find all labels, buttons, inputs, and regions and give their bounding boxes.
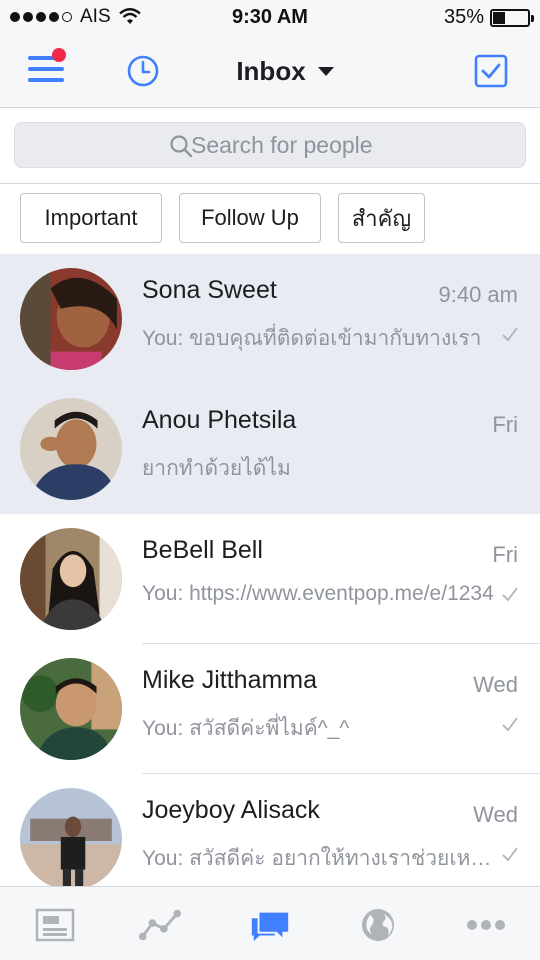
- news-feed-icon: [35, 908, 75, 942]
- conversation-list: Sona Sweet 9:40 am You: ขอบคุณที่ติดต่อเ…: [0, 254, 540, 904]
- conversation-row[interactable]: Mike Jitthamma Wed You: สวัสดีค่ะพี่ไมค์…: [0, 644, 540, 774]
- tab-more[interactable]: [464, 905, 508, 945]
- caret-down-icon: [317, 67, 334, 76]
- avatar: [20, 268, 122, 370]
- conversation-row[interactable]: Joeyboy Alisack Wed You: สวัสดีค่ะ อยากใ…: [0, 774, 540, 904]
- check-icon: [502, 847, 518, 862]
- avatar: [20, 528, 122, 630]
- check-icon: [502, 587, 518, 602]
- battery-icon: [490, 8, 534, 27]
- battery-level: [493, 11, 505, 24]
- contact-name: Joeyboy Alisack: [142, 796, 320, 824]
- conversation-row[interactable]: BeBell Bell Fri You: https://www.eventpo…: [0, 514, 540, 644]
- battery-percent: 35%: [443, 6, 484, 28]
- search-input[interactable]: [15, 123, 525, 167]
- checkbox-icon[interactable]: [474, 54, 508, 88]
- more-icon: [467, 920, 505, 930]
- filter-chips: Important Follow Up สำคัญ: [0, 184, 540, 254]
- avatar: [20, 398, 122, 500]
- message-time: Fri: [492, 542, 518, 567]
- contact-name: BeBell Bell: [142, 536, 263, 564]
- avatar: [20, 658, 122, 760]
- conversation-row[interactable]: Anou Phetsila Fri ยากทำด้วยได้ไม: [0, 384, 540, 514]
- insights-chart-icon: [138, 909, 182, 941]
- tab-bar: [0, 886, 540, 960]
- message-time: Fri: [492, 412, 518, 437]
- page-title: Inbox: [236, 56, 306, 86]
- message-time: 9:40 am: [438, 282, 519, 307]
- contact-name: Sona Sweet: [142, 276, 277, 304]
- check-icon: [502, 717, 518, 732]
- message-preview: You: สวัสดีค่ะพี่ไมค์^_^: [142, 717, 350, 740]
- tab-insights[interactable]: [138, 905, 182, 945]
- message-time: Wed: [473, 672, 518, 697]
- globe-icon: [362, 909, 394, 941]
- messages-icon: [251, 912, 289, 942]
- filter-important[interactable]: Important: [20, 193, 162, 243]
- tab-globe[interactable]: [356, 905, 400, 945]
- search-box[interactable]: [14, 122, 526, 168]
- message-preview: You: https://www.eventpop.me/e/1234: [142, 582, 494, 605]
- contact-name: Mike Jitthamma: [142, 666, 318, 694]
- tab-news-feed[interactable]: [33, 905, 77, 945]
- filter-follow-up[interactable]: Follow Up: [179, 193, 321, 243]
- filter-important-thai[interactable]: สำคัญ: [338, 193, 425, 243]
- avatar: [20, 788, 122, 890]
- status-right: 35%: [443, 6, 534, 29]
- message-preview: You: สวัสดีค่ะ อยากให้ทางเราช่วยเหลืออะไ…: [142, 847, 494, 870]
- check-icon: [502, 327, 518, 342]
- message-preview: ยากทำด้วยได้ไม: [142, 457, 291, 480]
- message-time: Wed: [473, 802, 518, 827]
- message-preview: You: ขอบคุณที่ติดต่อเข้ามากับทางเรา: [142, 327, 482, 350]
- conversation-row[interactable]: Sona Sweet 9:40 am You: ขอบคุณที่ติดต่อเ…: [0, 254, 540, 384]
- contact-name: Anou Phetsila: [142, 406, 297, 434]
- tab-messages[interactable]: [248, 905, 292, 945]
- status-bar: AIS 9:30 AM 35%: [0, 0, 540, 36]
- inbox-title-dropdown[interactable]: Inbox: [0, 56, 540, 87]
- search-bar: [0, 108, 540, 184]
- nav-bar: Inbox: [0, 36, 540, 108]
